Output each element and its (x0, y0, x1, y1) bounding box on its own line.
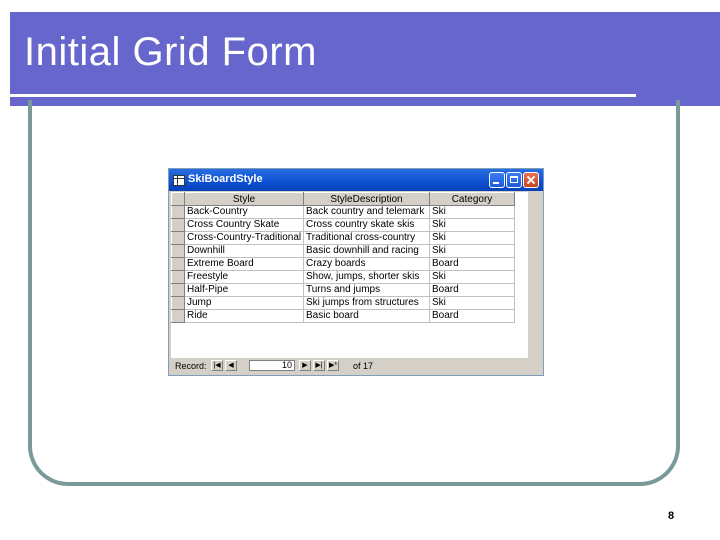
row-selector[interactable] (171, 244, 185, 258)
previous-record-button[interactable]: ◀ (225, 360, 237, 371)
header-row: Style StyleDescription Category (171, 192, 515, 206)
record-number-input[interactable]: 10 (249, 360, 295, 371)
cell-style[interactable]: Half-Pipe (184, 283, 304, 297)
cell-style[interactable]: Jump (184, 296, 304, 310)
minimize-icon[interactable] (489, 172, 505, 188)
cell-category[interactable]: Ski (429, 231, 515, 245)
table-row[interactable]: Freestyle Show, jumps, shorter skis Ski (171, 270, 515, 284)
row-selector[interactable] (171, 257, 185, 271)
cell-category[interactable]: Ski (429, 296, 515, 310)
cell-category[interactable]: Board (429, 257, 515, 271)
record-label: Record: (175, 361, 207, 371)
table-row[interactable]: Cross-Country-Traditional Traditional cro… (171, 231, 515, 245)
cell-styledescription[interactable]: Basic board (303, 309, 430, 323)
window-titlebar[interactable]: SkiBoardStyle (169, 169, 543, 191)
table-row[interactable]: Jump Ski jumps from structures Ski (171, 296, 515, 310)
table-icon (173, 175, 185, 186)
table-row[interactable]: Half-Pipe Turns and jumps Board (171, 283, 515, 297)
cell-style[interactable]: Back-Country (184, 205, 304, 219)
datasheet-grid: Style StyleDescription Category Back-Cou… (171, 192, 528, 358)
cell-styledescription[interactable]: Basic downhill and racing (303, 244, 430, 258)
table-row[interactable]: Back-Country Back country and telemark Ski (171, 205, 515, 219)
window-title: SkiBoardStyle (188, 173, 263, 185)
row-selector[interactable] (171, 218, 185, 232)
cell-style[interactable]: Extreme Board (184, 257, 304, 271)
page-number: 8 (668, 510, 675, 522)
row-selector[interactable] (171, 231, 185, 245)
column-header-style[interactable]: Style (184, 192, 304, 206)
access-window: SkiBoardStyle Style StyleDescription Cat… (168, 168, 544, 376)
cell-category[interactable]: Board (429, 283, 515, 297)
cell-style[interactable]: Ride (184, 309, 304, 323)
select-all-corner[interactable] (171, 192, 185, 206)
close-icon[interactable] (523, 172, 539, 188)
maximize-icon[interactable] (506, 172, 522, 188)
row-selector[interactable] (171, 296, 185, 310)
row-selector[interactable] (171, 283, 185, 297)
title-rule (10, 94, 636, 97)
cell-category[interactable]: Ski (429, 270, 515, 284)
cell-style[interactable]: Downhill (184, 244, 304, 258)
cell-styledescription[interactable]: Crazy boards (303, 257, 430, 271)
record-navigator: Record: |◀ ◀ 10 ▶ ▶| ▶* of 17 (171, 359, 541, 373)
cell-category[interactable]: Ski (429, 218, 515, 232)
column-header-category[interactable]: Category (429, 192, 515, 206)
cell-styledescription[interactable]: Back country and telemark (303, 205, 430, 219)
new-record-button[interactable]: ▶* (327, 360, 339, 371)
vertical-scroll-area (528, 192, 542, 358)
cell-styledescription[interactable]: Show, jumps, shorter skis (303, 270, 430, 284)
table-row[interactable]: Extreme Board Crazy boards Board (171, 257, 515, 271)
cell-styledescription[interactable]: Traditional cross-country (303, 231, 430, 245)
cell-style[interactable]: Cross-Country-Traditional (184, 231, 304, 245)
datasheet-table: Style StyleDescription Category Back-Cou… (171, 192, 515, 323)
cell-styledescription[interactable]: Ski jumps from structures (303, 296, 430, 310)
cell-category[interactable]: Ski (429, 205, 515, 219)
row-selector[interactable] (171, 205, 185, 219)
cell-category[interactable]: Ski (429, 244, 515, 258)
record-total: of 17 (353, 361, 374, 371)
table-row[interactable]: Downhill Basic downhill and racing Ski (171, 244, 515, 258)
row-selector[interactable] (171, 309, 185, 323)
cell-styledescription[interactable]: Cross country skate skis (303, 218, 430, 232)
row-selector[interactable] (171, 270, 185, 284)
slide-title: Initial Grid Form (24, 30, 317, 74)
cell-style[interactable]: Freestyle (184, 270, 304, 284)
cell-styledescription[interactable]: Turns and jumps (303, 283, 430, 297)
next-record-button[interactable]: ▶ (299, 360, 311, 371)
cell-style[interactable]: Cross Country Skate (184, 218, 304, 232)
table-row[interactable]: Cross Country Skate Cross country skate s… (171, 218, 515, 232)
table-row[interactable]: Ride Basic board Board (171, 309, 515, 323)
first-record-button[interactable]: |◀ (211, 360, 223, 371)
column-header-styledescription[interactable]: StyleDescription (303, 192, 430, 206)
cell-category[interactable]: Board (429, 309, 515, 323)
last-record-button[interactable]: ▶| (313, 360, 325, 371)
